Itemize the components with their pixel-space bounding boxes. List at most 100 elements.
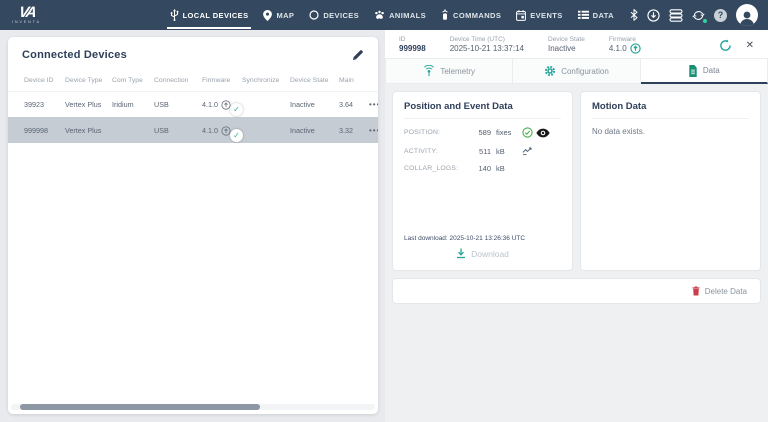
activity-row: ACTIVITY: 511 kB — [404, 146, 561, 156]
col-synchronize: Synchronize — [242, 77, 290, 84]
nav-items: LOCAL DEVICES MAP DEVICES ANIMALS — [170, 9, 614, 21]
panel-title: Connected Devices — [22, 49, 127, 61]
firmware-update-icon[interactable] — [630, 43, 641, 54]
device-time-value: 2025-10-21 13:37:14 — [450, 44, 524, 54]
cell-device-type: Vertex Plus — [65, 126, 112, 135]
cell-com-type: Iridium — [112, 100, 154, 109]
logo-mark: VA — [18, 5, 36, 20]
nav-label: DATA — [593, 11, 614, 20]
field-device-state: Device State Inactive — [548, 36, 585, 54]
collar-logs-row: COLLAR_LOGS: 140 kB — [404, 164, 561, 173]
scrollbar-thumb[interactable] — [20, 404, 260, 410]
device-detail-panel: ID 999998 Device Time (UTC) 2025-10-21 1… — [385, 30, 768, 422]
col-connection: Connection — [154, 77, 202, 84]
empty-state-text: No data exists. — [592, 127, 749, 136]
col-device-state: Device State — [290, 77, 339, 84]
tab-configuration[interactable]: Configuration — [513, 58, 640, 84]
nav-label: DEVICES — [323, 11, 359, 20]
delete-data-label[interactable]: Delete Data — [705, 287, 747, 296]
nav-label: LOCAL DEVICES — [183, 11, 249, 20]
logo-text: INVENTA — [12, 21, 41, 25]
col-main: Main — [339, 77, 369, 84]
connected-devices-panel: Connected Devices Device ID Device Type … — [8, 37, 378, 414]
edit-icon[interactable] — [352, 49, 364, 61]
nav-label: COMMANDS — [453, 11, 501, 20]
nav-map[interactable]: MAP — [263, 10, 294, 21]
table-row-selected[interactable]: 999998 Vertex Plus USB 4.1.0 ✓ Inactive … — [8, 117, 378, 143]
table-row[interactable]: 39923 Vertex Plus Iridium USB 4.1.0 ✓ In… — [8, 91, 378, 117]
row-menu-icon[interactable]: ••• — [369, 100, 378, 109]
cell-device-id: 999998 — [24, 126, 65, 135]
calendar-icon — [516, 10, 526, 21]
cell-connection: USB — [154, 100, 202, 109]
cell-main: 3.64 — [339, 100, 369, 109]
table-header: Device ID Device Type Com Type Connectio… — [8, 69, 378, 91]
download-circle-icon[interactable] — [647, 9, 660, 22]
position-event-data-card: Position and Event Data POSITION: 589 fi… — [392, 91, 573, 271]
card-title: Position and Event Data — [404, 101, 561, 119]
field-id: ID 999998 — [399, 36, 426, 54]
position-row: POSITION: 589 fixes — [404, 127, 561, 138]
nav-label: ANIMALS — [389, 11, 426, 20]
close-icon[interactable]: ✕ — [746, 40, 754, 51]
nav-animals[interactable]: ANIMALS — [374, 10, 426, 20]
detail-tabs: Telemetry Configuration Data — [385, 58, 768, 84]
app-logo[interactable]: VA INVENTA — [12, 5, 41, 25]
top-navbar: VA INVENTA LOCAL DEVICES MAP DEVICES — [0, 0, 768, 30]
activity-graph-icon[interactable] — [522, 146, 533, 156]
cell-device-state: Inactive — [290, 126, 339, 135]
usb-icon — [170, 9, 179, 21]
motion-data-card: Motion Data No data exists. — [580, 91, 761, 271]
transmitter-icon — [441, 9, 449, 21]
field-device-time: Device Time (UTC) 2025-10-21 13:37:14 — [450, 36, 524, 54]
tab-telemetry[interactable]: Telemetry — [385, 58, 513, 84]
cell-main: 3.32 — [339, 126, 369, 135]
cell-device-state: Inactive — [290, 100, 339, 109]
nav-local-devices[interactable]: LOCAL DEVICES — [170, 9, 249, 21]
sync-status-dot — [703, 19, 707, 23]
refresh-icon[interactable] — [719, 39, 732, 52]
col-com-type: Com Type — [112, 77, 154, 84]
paw-icon — [374, 10, 385, 20]
col-device-id: Device ID — [24, 77, 65, 84]
col-device-type: Device Type — [65, 77, 112, 84]
eye-icon[interactable] — [536, 128, 550, 138]
delete-data-bar: Delete Data — [392, 278, 761, 304]
check-circle-icon — [522, 127, 533, 138]
row-menu-icon[interactable]: ••• — [369, 126, 378, 135]
collar-icon — [309, 10, 319, 20]
sync-icon[interactable] — [692, 9, 705, 22]
nav-devices[interactable]: DEVICES — [309, 10, 359, 20]
nav-events[interactable]: EVENTS — [516, 10, 562, 21]
nav-label: MAP — [276, 11, 294, 20]
firmware-value: 4.1.0 — [609, 44, 627, 54]
cell-device-id: 39923 — [24, 100, 65, 109]
app-window: VA INVENTA LOCAL DEVICES MAP DEVICES — [0, 0, 768, 422]
horizontal-scrollbar[interactable] — [11, 404, 375, 410]
field-firmware: Firmware 4.1.0 — [609, 36, 641, 55]
download-button[interactable]: Download — [456, 248, 509, 259]
nav-tools: ? — [630, 4, 758, 26]
telemetry-icon — [423, 65, 435, 77]
bluetooth-icon[interactable] — [630, 9, 638, 21]
avatar[interactable] — [736, 4, 758, 26]
trash-icon[interactable] — [692, 286, 700, 296]
col-firmware: Firmware — [202, 77, 242, 84]
cell-device-type: Vertex Plus — [65, 100, 112, 109]
cell-connection: USB — [154, 126, 202, 135]
device-state-value: Inactive — [548, 44, 585, 54]
last-download-text: Last download: 2025-10-21 13:26:36 UTC — [404, 235, 561, 242]
detail-header: ID 999998 Device Time (UTC) 2025-10-21 1… — [385, 30, 768, 58]
document-icon — [688, 65, 698, 77]
map-pin-icon — [263, 10, 272, 21]
nav-label: EVENTS — [530, 11, 562, 20]
tab-data[interactable]: Data — [641, 58, 768, 84]
database-icon[interactable] — [669, 9, 683, 22]
download-icon — [456, 248, 466, 259]
nav-commands[interactable]: COMMANDS — [441, 9, 501, 21]
nav-data[interactable]: DATA — [578, 10, 614, 20]
tab-content: Position and Event Data POSITION: 589 fi… — [385, 84, 768, 422]
device-id-value: 999998 — [399, 44, 426, 54]
help-icon[interactable]: ? — [714, 9, 727, 22]
card-title: Motion Data — [592, 101, 749, 119]
